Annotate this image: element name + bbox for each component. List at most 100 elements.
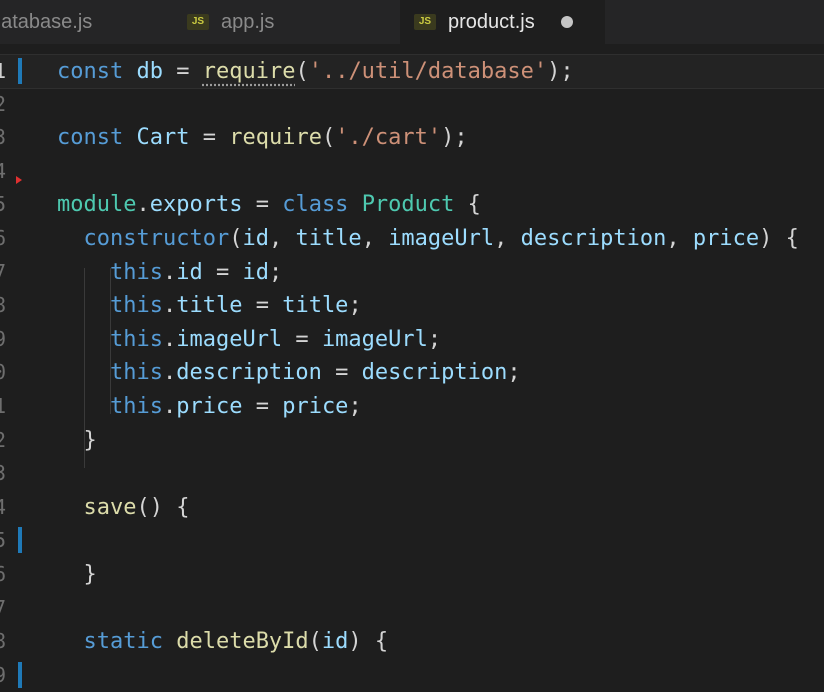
tab-product-js[interactable]: JS product.js [400,0,605,44]
code-line[interactable]: 9 this.imageUrl = imageUrl; [0,323,824,356]
code-line[interactable]: 6 constructor(id, title, imageUrl, descr… [0,222,824,255]
code-token: ( [321,125,336,151]
git-modified-marker[interactable] [18,527,22,554]
code-token: imageUrl [176,326,283,352]
git-modified-marker[interactable] [18,58,22,84]
code-line[interactable]: 8 static deleteById(id) { [0,625,824,658]
code-token: price [176,394,243,419]
code-line[interactable]: 0 this.description = description; [0,356,824,389]
code-token: . [162,259,177,285]
code-text: } [57,558,97,591]
code-text: this.imageUrl = imageUrl; [57,323,441,356]
code-line[interactable]: 7 [0,592,824,625]
code-line[interactable]: 5 module.exports = class Product { [0,176,824,221]
code-token: ; [268,259,283,285]
code-line[interactable]: 4 [0,155,824,188]
git-modified-marker[interactable] [18,661,22,688]
tab-label: database.js [0,10,93,33]
line-number: 9 [0,326,7,351]
code-line[interactable]: 2 [0,88,824,121]
code-token: , [494,226,521,251]
line-number: 4 [0,158,7,183]
line-number: 9 [0,662,7,687]
code-token: constructor [83,226,230,251]
tab-bar: database.js JS app.js JS product.js [0,0,824,44]
code-token: '../util/database' [308,59,548,84]
code-token: () { [136,494,190,520]
js-file-icon: JS [187,14,209,30]
code-token: class [282,192,362,218]
code-token: this [109,326,163,352]
code-token: ( [308,629,322,655]
line-number: 2 [0,91,7,116]
code-token: } [57,562,97,587]
tab-app-js[interactable]: JS app.js [175,0,385,44]
code-token: . [162,360,177,386]
code-token: static [83,629,177,655]
code-text: const Cart = require('./cart'); [57,121,468,154]
code-editor[interactable]: 1 const db = require('../util/database');… [0,44,824,690]
code-token: . [162,394,177,419]
code-token: . [162,326,177,352]
code-token: description [520,226,667,251]
code-token: ; [507,360,521,386]
code-token: id [242,226,269,251]
fold-arrow-icon[interactable] [16,176,22,185]
code-token: id [242,259,269,285]
code-token: db [136,59,163,84]
line-number: 1 [0,59,7,83]
line-number: 3 [0,461,7,486]
code-line[interactable]: 3 const Cart = require('./cart'); [0,121,824,154]
unsaved-dot-icon[interactable] [560,16,573,28]
code-token: id [176,259,203,285]
code-token: = [162,59,203,84]
code-text: static deleteById(id) { [57,625,389,658]
code-token: './cart' [335,125,442,151]
code-line[interactable]: 7 this.id = id; [0,256,824,289]
line-number: 1 [0,394,7,418]
code-line[interactable]: 1 this.price = price; [0,390,824,423]
code-token: } [57,427,97,453]
code-line[interactable]: 8 this.title = title; [0,289,824,322]
code-token: price [692,226,760,251]
code-token: = [242,293,283,319]
code-token: { [454,192,481,218]
code-token: module [57,192,137,218]
tab-database-js[interactable]: database.js [0,0,160,44]
code-token: = [242,394,283,419]
code-token: Cart [136,125,190,151]
line-number: 6 [0,562,7,586]
code-line[interactable]: 3 [0,457,824,490]
code-token: const [57,59,137,84]
tab-label: product.js [448,10,535,33]
code-token: = [189,125,230,151]
code-token: ; [427,326,442,352]
code-line[interactable]: 6 } [0,558,824,591]
code-line[interactable]: 4 save() { [0,491,824,524]
code-token: this [109,394,163,419]
code-token: = [202,259,243,285]
code-line[interactable]: 2 } [0,424,824,457]
code-text: } [57,424,97,457]
code-line[interactable]: 9 [0,659,824,692]
code-token: . [162,293,177,319]
code-token: const [57,125,137,151]
code-token: this [109,293,163,319]
line-number: 5 [0,192,7,217]
code-token: title [282,293,349,319]
code-token: deleteById [176,629,309,655]
code-token: exports [149,192,243,218]
code-token: = [242,192,283,218]
code-text: this.title = title; [57,289,362,322]
code-token: = [321,360,362,386]
code-token: ) { [759,226,799,251]
code-line[interactable]: 5 [0,524,824,557]
code-token: description [176,360,322,386]
code-token: Product [361,192,455,218]
line-number: 7 [0,259,7,284]
code-token: , [361,226,389,251]
code-line[interactable]: 1 const db = require('../util/database'); [0,54,824,89]
